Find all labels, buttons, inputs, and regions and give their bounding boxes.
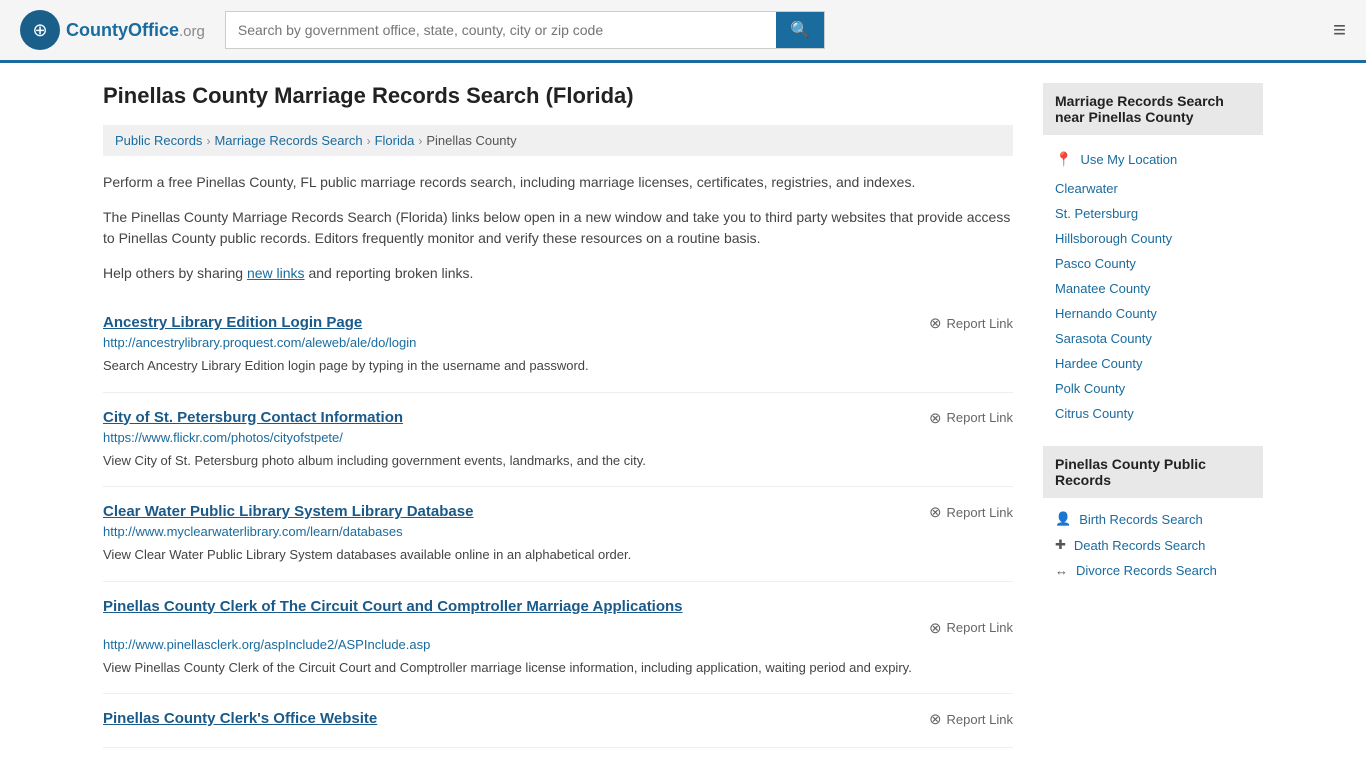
sidebar-item-hardee: Hardee County bbox=[1043, 351, 1263, 376]
nearby-manatee-link[interactable]: Manatee County bbox=[1055, 281, 1150, 296]
report-link-label: Report Link bbox=[947, 505, 1013, 520]
sidebar-nearby-section: Marriage Records Search near Pinellas Co… bbox=[1043, 83, 1263, 426]
sidebar-public-records-section: Pinellas County Public Records 👤 Birth R… bbox=[1043, 446, 1263, 583]
sidebar-item-clearwater: Clearwater bbox=[1043, 176, 1263, 201]
sidebar-nearby-heading: Marriage Records Search near Pinellas Co… bbox=[1043, 83, 1263, 135]
result-item: Pinellas County Clerk of The Circuit Cou… bbox=[103, 582, 1013, 695]
person-icon: 👤 bbox=[1055, 511, 1071, 527]
description-para3: Help others by sharing new links and rep… bbox=[103, 263, 1013, 284]
report-link-button[interactable]: ⊗ Report Link bbox=[929, 409, 1013, 427]
sidebar: Marriage Records Search near Pinellas Co… bbox=[1043, 83, 1263, 748]
new-links-link[interactable]: new links bbox=[247, 265, 305, 281]
nearby-clearwater-link[interactable]: Clearwater bbox=[1055, 181, 1118, 196]
nearby-st-petersburg-link[interactable]: St. Petersburg bbox=[1055, 206, 1138, 221]
sidebar-item-manatee: Manatee County bbox=[1043, 276, 1263, 301]
divorce-icon: ↔ bbox=[1055, 563, 1068, 578]
nearby-sarasota-link[interactable]: Sarasota County bbox=[1055, 331, 1152, 346]
result-item: City of St. Petersburg Contact Informati… bbox=[103, 393, 1013, 488]
description-para1: Perform a free Pinellas County, FL publi… bbox=[103, 172, 1013, 193]
menu-icon: ≡ bbox=[1333, 17, 1346, 42]
report-icon: ⊗ bbox=[929, 314, 942, 332]
description-para2: The Pinellas County Marriage Records Sea… bbox=[103, 207, 1013, 249]
report-link-label: Report Link bbox=[947, 316, 1013, 331]
use-my-location-link[interactable]: 📍 Use My Location bbox=[1043, 143, 1263, 176]
report-link-label: Report Link bbox=[947, 620, 1013, 635]
breadcrumb-public-records[interactable]: Public Records bbox=[115, 133, 202, 148]
search-icon: 🔍 bbox=[790, 22, 810, 39]
sidebar-item-sarasota: Sarasota County bbox=[1043, 326, 1263, 351]
death-records-link[interactable]: Death Records Search bbox=[1074, 538, 1206, 553]
menu-button[interactable]: ≡ bbox=[1333, 17, 1346, 43]
nearby-hernando-link[interactable]: Hernando County bbox=[1055, 306, 1157, 321]
logo-suffix: .org bbox=[179, 23, 205, 40]
sidebar-item-divorce-records: ↔ Divorce Records Search bbox=[1043, 558, 1263, 583]
breadcrumb-florida[interactable]: Florida bbox=[375, 133, 415, 148]
breadcrumb-marriage-records[interactable]: Marriage Records Search bbox=[214, 133, 362, 148]
report-link-label: Report Link bbox=[947, 410, 1013, 425]
sidebar-item-hernando: Hernando County bbox=[1043, 301, 1263, 326]
result-url: http://www.myclearwaterlibrary.com/learn… bbox=[103, 524, 1013, 539]
search-button[interactable]: 🔍 bbox=[776, 12, 824, 48]
result-desc: View City of St. Petersburg photo album … bbox=[103, 451, 1013, 471]
divorce-records-link[interactable]: Divorce Records Search bbox=[1076, 563, 1217, 578]
nearby-polk-link[interactable]: Polk County bbox=[1055, 381, 1125, 396]
result-url: https://www.flickr.com/photos/cityofstpe… bbox=[103, 430, 1013, 445]
sidebar-item-st-petersburg: St. Petersburg bbox=[1043, 201, 1263, 226]
result-desc: View Pinellas County Clerk of the Circui… bbox=[103, 658, 1013, 678]
result-desc: View Clear Water Public Library System d… bbox=[103, 545, 1013, 565]
logo-name: CountyOffice bbox=[66, 20, 179, 40]
result-title[interactable]: Ancestry Library Edition Login Page bbox=[103, 314, 362, 331]
birth-records-link[interactable]: Birth Records Search bbox=[1079, 512, 1203, 527]
nearby-hardee-link[interactable]: Hardee County bbox=[1055, 356, 1142, 371]
sidebar-item-polk: Polk County bbox=[1043, 376, 1263, 401]
result-item: Pinellas County Clerk's Office Website ⊗… bbox=[103, 694, 1013, 748]
result-item: Ancestry Library Edition Login Page ⊗ Re… bbox=[103, 298, 1013, 393]
logo[interactable]: ⊕ CountyOffice.org bbox=[20, 10, 205, 50]
sidebar-item-hillsborough: Hillsborough County bbox=[1043, 226, 1263, 251]
report-link-button[interactable]: ⊗ Report Link bbox=[929, 619, 1013, 637]
location-pin-icon: 📍 bbox=[1055, 151, 1072, 168]
report-link-button[interactable]: ⊗ Report Link bbox=[929, 503, 1013, 521]
nearby-pasco-link[interactable]: Pasco County bbox=[1055, 256, 1136, 271]
breadcrumb: Public Records › Marriage Records Search… bbox=[103, 125, 1013, 156]
result-title[interactable]: Pinellas County Clerk's Office Website bbox=[103, 710, 377, 727]
report-icon: ⊗ bbox=[929, 409, 942, 427]
search-input[interactable] bbox=[226, 12, 776, 48]
result-desc: Search Ancestry Library Edition login pa… bbox=[103, 356, 1013, 376]
nearby-hillsborough-link[interactable]: Hillsborough County bbox=[1055, 231, 1172, 246]
results-list: Ancestry Library Edition Login Page ⊗ Re… bbox=[103, 298, 1013, 748]
result-url: http://www.pinellasclerk.org/aspInclude2… bbox=[103, 637, 1013, 652]
breadcrumb-current: Pinellas County bbox=[426, 133, 516, 148]
report-link-button[interactable]: ⊗ Report Link bbox=[929, 314, 1013, 332]
report-link-button[interactable]: ⊗ Report Link bbox=[929, 710, 1013, 728]
report-icon: ⊗ bbox=[929, 710, 942, 728]
result-item: Clear Water Public Library System Librar… bbox=[103, 487, 1013, 582]
sidebar-item-citrus: Citrus County bbox=[1043, 401, 1263, 426]
logo-icon: ⊕ bbox=[20, 10, 60, 50]
sidebar-public-records-heading: Pinellas County Public Records bbox=[1043, 446, 1263, 498]
main-content: Pinellas County Marriage Records Search … bbox=[103, 83, 1013, 748]
result-title[interactable]: Pinellas County Clerk of The Circuit Cou… bbox=[103, 598, 1013, 615]
result-url: http://ancestrylibrary.proquest.com/alew… bbox=[103, 335, 1013, 350]
result-title[interactable]: City of St. Petersburg Contact Informati… bbox=[103, 409, 403, 426]
sidebar-item-pasco: Pasco County bbox=[1043, 251, 1263, 276]
cross-icon: ✚ bbox=[1055, 537, 1066, 553]
sidebar-item-birth-records: 👤 Birth Records Search bbox=[1043, 506, 1263, 532]
logo-text: CountyOffice.org bbox=[66, 20, 205, 41]
page-title: Pinellas County Marriage Records Search … bbox=[103, 83, 1013, 109]
report-icon: ⊗ bbox=[929, 503, 942, 521]
nearby-citrus-link[interactable]: Citrus County bbox=[1055, 406, 1134, 421]
sidebar-item-death-records: ✚ Death Records Search bbox=[1043, 532, 1263, 558]
result-title[interactable]: Clear Water Public Library System Librar… bbox=[103, 503, 473, 520]
report-link-label: Report Link bbox=[947, 712, 1013, 727]
search-bar: 🔍 bbox=[225, 11, 825, 49]
report-icon: ⊗ bbox=[929, 619, 942, 637]
